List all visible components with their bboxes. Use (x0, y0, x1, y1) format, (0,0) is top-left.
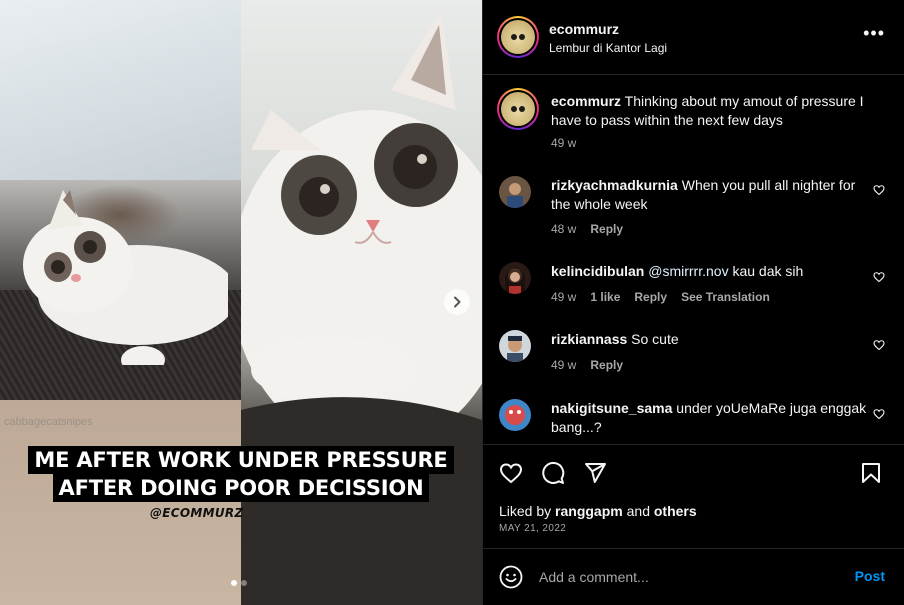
carousel-dot (241, 580, 247, 586)
comment-mention[interactable]: @smirrrr.nov (648, 263, 728, 279)
post-actions: Liked by ranggapm and others MAY 21, 202… (483, 444, 904, 548)
instagram-post-view: cabbagecatsnipes ME AFTER WORK UNDER PRE… (0, 0, 904, 605)
liked-by-prefix: Liked by (499, 503, 552, 519)
post-location[interactable]: Lembur di Kantor Lagi (549, 41, 667, 55)
overlay-line-2: AFTER DOING POOR DECISSION (52, 474, 430, 502)
send-icon[interactable] (583, 461, 607, 485)
next-slide-button[interactable] (444, 289, 470, 315)
media-text-overlay: ME AFTER WORK UNDER PRESSURE AFTER DOING… (26, 446, 456, 502)
liked-by-and: and (626, 503, 650, 519)
caption-username[interactable]: ecommurz (551, 93, 621, 109)
heart-icon[interactable] (873, 184, 885, 196)
emoji-icon[interactable] (499, 565, 523, 589)
comment-text: kau dak sih (732, 263, 804, 279)
overlay-line-1: ME AFTER WORK UNDER PRESSURE (28, 446, 454, 474)
comment-input[interactable] (539, 565, 829, 589)
commenter-avatar[interactable] (499, 399, 531, 431)
comment-username[interactable]: nakigitsune_sama (551, 400, 672, 416)
small-cat-image (23, 190, 228, 365)
heart-icon[interactable] (873, 408, 885, 420)
post-comment-button[interactable]: Post (855, 568, 885, 584)
comment-likes[interactable]: 1 like (590, 290, 620, 304)
chevron-right-icon (454, 296, 461, 308)
commenter-avatar[interactable] (499, 176, 531, 208)
more-options-button[interactable]: ••• (863, 24, 885, 42)
comment-icon[interactable] (541, 461, 565, 485)
post-media[interactable]: cabbagecatsnipes ME AFTER WORK UNDER PRE… (0, 0, 482, 605)
media-watermark: @ECOMMURZ (150, 506, 244, 520)
carousel-dot-active (231, 580, 237, 586)
caption-author-avatar[interactable] (497, 88, 539, 130)
comment-username[interactable]: rizkiannass (551, 331, 627, 347)
carousel-indicator (231, 580, 247, 586)
author-avatar[interactable] (497, 16, 539, 58)
commenter-avatar[interactable] (499, 262, 531, 294)
post-side-panel: ecommurz Lembur di Kantor Lagi ••• ecomm… (482, 0, 904, 605)
bookmark-icon[interactable] (859, 461, 883, 485)
more-horizontal-icon: ••• (863, 23, 885, 43)
commenter-avatar[interactable] (499, 330, 531, 362)
post-date[interactable]: MAY 21, 2022 (499, 523, 566, 534)
heart-icon[interactable] (873, 339, 885, 351)
see-translation-button[interactable]: See Translation (681, 290, 770, 304)
caption-time[interactable]: 49 w (551, 136, 576, 150)
reply-button[interactable]: Reply (590, 358, 623, 372)
comment-time[interactable]: 49 w (551, 290, 576, 304)
liked-by-others[interactable]: others (654, 503, 697, 519)
add-comment-bar: Post (483, 548, 904, 605)
media-faint-watermark: cabbagecatsnipes (4, 416, 93, 428)
heart-icon[interactable] (873, 271, 885, 283)
liked-by-summary: Liked by ranggapm and others (499, 503, 697, 519)
comment-username[interactable]: kelincidibulan (551, 263, 644, 279)
reply-button[interactable]: Reply (590, 222, 623, 236)
comment-username[interactable]: rizkyachmadkurnia (551, 177, 678, 193)
comments-list[interactable]: ecommurz Thinking about my amout of pres… (483, 76, 904, 444)
comment-time[interactable]: 48 w (551, 222, 576, 236)
comment-text: So cute (631, 331, 679, 347)
reply-button[interactable]: Reply (634, 290, 667, 304)
liked-by-user[interactable]: ranggapm (555, 503, 623, 519)
author-username[interactable]: ecommurz (549, 21, 619, 37)
heart-icon[interactable] (499, 461, 523, 485)
comment-time[interactable]: 49 w (551, 358, 576, 372)
post-header: ecommurz Lembur di Kantor Lagi ••• (483, 0, 904, 75)
